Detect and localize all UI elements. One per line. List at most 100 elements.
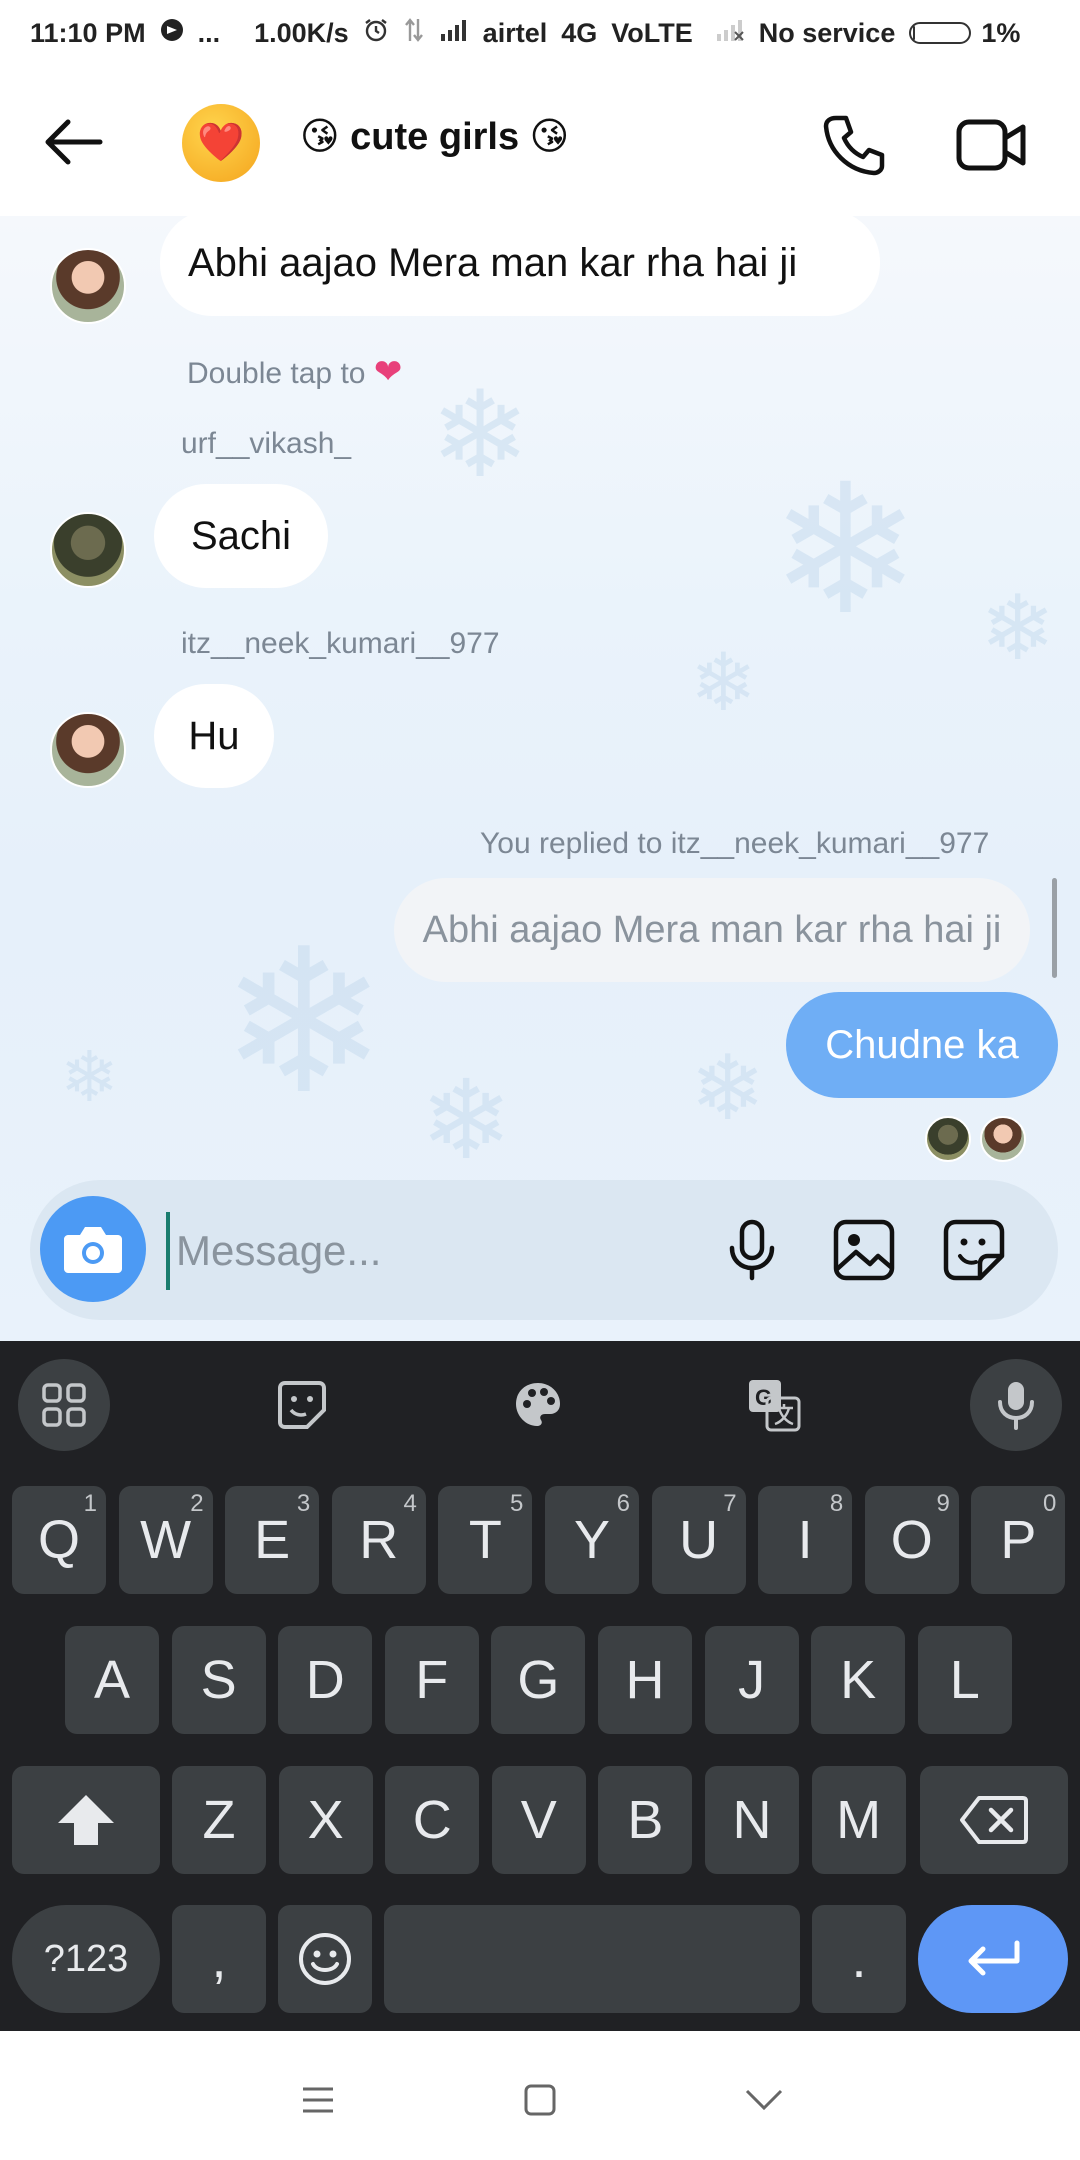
key-k[interactable]: K <box>811 1626 906 1734</box>
key-d[interactable]: D <box>278 1626 373 1734</box>
key-s[interactable]: S <box>171 1626 266 1734</box>
key-e[interactable]: E3 <box>225 1486 320 1594</box>
key-j[interactable]: J <box>704 1626 799 1734</box>
double-tap-hint: Double tap to ❤ <box>187 352 402 392</box>
key-y[interactable]: Y6 <box>545 1486 639 1594</box>
heart-icon: ❤️ <box>197 122 245 164</box>
enter-key[interactable] <box>918 1905 1068 2013</box>
sticker-icon <box>278 1381 326 1429</box>
space-key[interactable] <box>384 1905 800 2013</box>
video-camera-icon <box>956 119 1026 171</box>
key-a[interactable]: A <box>65 1626 159 1734</box>
group-avatar[interactable]: ❤️ <box>182 104 260 182</box>
key-t[interactable]: T5 <box>438 1486 533 1594</box>
key-hint: 3 <box>296 1490 311 1517</box>
group-title[interactable]: 😘 cute girls 😘 <box>300 114 569 159</box>
key-label: U <box>679 1510 719 1570</box>
snowflake-decoration: ❄ <box>770 450 921 651</box>
network-speed: 1.00K/s <box>254 17 349 48</box>
video-call-button[interactable] <box>955 110 1027 180</box>
gallery-button[interactable] <box>832 1218 896 1282</box>
chat-header: ❤️ 😘 cute girls 😘 <box>0 66 1080 216</box>
sim2-status: No service <box>758 17 896 48</box>
avatar[interactable] <box>50 512 126 588</box>
chevron-down-icon <box>745 2089 783 2111</box>
key-hint: 6 <box>616 1490 630 1517</box>
key-h[interactable]: H <box>598 1626 692 1734</box>
like-heart-icon: ❤ <box>373 353 403 391</box>
phone-icon <box>823 115 885 176</box>
message-input[interactable] <box>166 1212 718 1290</box>
back-arrow-icon <box>45 119 103 165</box>
scrollbar[interactable] <box>1052 878 1057 978</box>
key-n[interactable]: N <box>705 1766 799 1874</box>
key-label: W <box>140 1510 192 1570</box>
emoji-key[interactable] <box>278 1905 372 2013</box>
backspace-key[interactable] <box>920 1766 1068 1874</box>
sender-name: urf__vikash_ <box>181 427 352 460</box>
key-label: O <box>890 1510 933 1570</box>
emoji-icon <box>299 1933 351 1985</box>
recents-button[interactable] <box>288 2075 348 2125</box>
key-f[interactable]: F <box>384 1626 479 1734</box>
key-label: R <box>359 1510 399 1570</box>
key-u[interactable]: U7 <box>651 1486 746 1594</box>
key-c[interactable]: C <box>385 1766 480 1874</box>
seen-by-avatar <box>980 1116 1026 1162</box>
back-button[interactable] <box>38 112 118 172</box>
period-key[interactable]: . <box>812 1905 906 2013</box>
sticker-button[interactable] <box>942 1218 1006 1282</box>
back-nav-button[interactable] <box>734 2075 794 2125</box>
voice-call-button[interactable] <box>818 110 888 180</box>
home-button[interactable] <box>510 2075 570 2125</box>
alarm-icon <box>363 17 389 50</box>
outgoing-message-bubble[interactable]: Chudne ka <box>786 992 1058 1098</box>
avatar[interactable] <box>50 248 126 324</box>
symbols-key[interactable]: ?123 <box>12 1905 160 2013</box>
key-q[interactable]: Q1 <box>12 1486 106 1594</box>
key-hint: 9 <box>936 1490 950 1517</box>
microphone-icon <box>998 1382 1034 1430</box>
key-p[interactable]: P0 <box>971 1486 1066 1594</box>
enter-arrow-icon <box>968 1940 1020 1976</box>
battery-icon <box>909 22 972 44</box>
battery-percent: 1% <box>981 17 1021 48</box>
comma-key[interactable]: , <box>172 1905 266 2013</box>
reply-quote-text: Abhi aajao Mera man kar rha hai ji <box>422 908 1002 951</box>
snowflake-decoration: ❄ <box>430 368 531 502</box>
camera-button[interactable] <box>40 1196 146 1302</box>
key-g[interactable]: G <box>491 1626 586 1734</box>
shift-key[interactable] <box>12 1766 160 1874</box>
message-text: Abhi aajao Mera man kar rha hai ji <box>188 240 798 285</box>
key-w[interactable]: W2 <box>118 1486 213 1594</box>
key-r[interactable]: R4 <box>331 1486 426 1594</box>
key-v[interactable]: V <box>491 1766 586 1874</box>
keyboard-sticker-button[interactable] <box>256 1359 348 1451</box>
keyboard-menu-button[interactable] <box>18 1359 110 1451</box>
avatar[interactable] <box>50 712 126 788</box>
theme-button[interactable] <box>492 1359 584 1451</box>
message-bubble[interactable]: Hu <box>154 684 274 788</box>
carrier-name: airtel <box>482 17 548 48</box>
voice-input-button[interactable] <box>970 1359 1062 1451</box>
voice-message-button[interactable] <box>720 1218 784 1282</box>
reply-quote[interactable]: Abhi aajao Mera man kar rha hai ji <box>394 878 1030 982</box>
key-hint: 0 <box>1043 1490 1057 1517</box>
key-z[interactable]: Z <box>172 1766 266 1874</box>
key-label: I <box>797 1510 813 1570</box>
key-l[interactable]: L <box>917 1626 1012 1734</box>
key-b[interactable]: B <box>598 1766 693 1874</box>
key-i[interactable]: I8 <box>758 1486 853 1594</box>
system-navigation-bar <box>0 2031 1080 2160</box>
message-bubble[interactable]: Abhi aajao Mera man kar rha hai ji <box>160 216 880 316</box>
message-bubble[interactable]: Sachi <box>154 484 328 588</box>
message-composer <box>30 1180 1058 1320</box>
key-o[interactable]: O9 <box>864 1486 959 1594</box>
key-hint: 4 <box>403 1490 417 1517</box>
key-x[interactable]: X <box>278 1766 373 1874</box>
translate-button[interactable]: G <box>728 1359 820 1451</box>
chat-thread[interactable]: ❄ ❄ ❄ ❄ ❄ ❄ ❄ ❄ Abhi aajao Mera man kar … <box>0 216 1080 1341</box>
key-m[interactable]: M <box>811 1766 906 1874</box>
key-hint: 5 <box>510 1490 524 1517</box>
key-hint: 7 <box>723 1490 737 1517</box>
